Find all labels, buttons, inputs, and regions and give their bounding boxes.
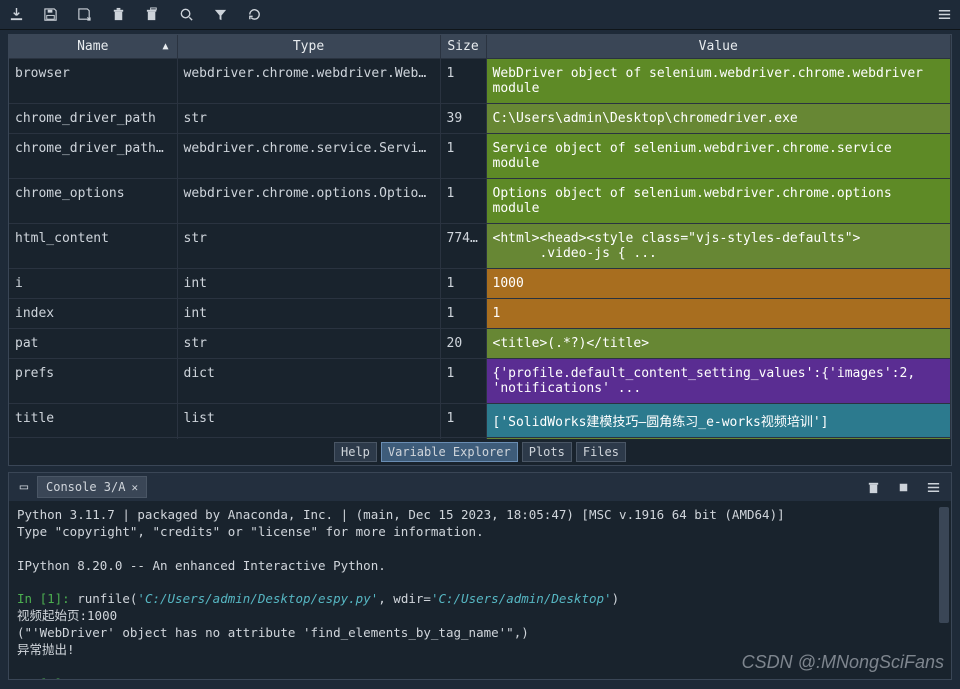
col-header-type[interactable]: Type [177, 35, 440, 59]
console-scrollbar[interactable] [939, 507, 949, 673]
var-type: str [177, 224, 440, 269]
table-row[interactable]: indexint11 [9, 299, 951, 329]
var-type: int [177, 299, 440, 329]
table-row[interactable]: patstr20<title>(.*?)</title> [9, 329, 951, 359]
var-value[interactable]: C:\Users\admin\Desktop\chromedriver.exe [486, 104, 951, 134]
interrupt-icon[interactable] [895, 479, 911, 495]
var-name: prefs [9, 359, 177, 404]
filter-icon[interactable] [212, 7, 228, 23]
close-icon[interactable]: ✕ [131, 481, 138, 494]
table-row[interactable]: chrome_driver_path_objwebdriver.chrome.s… [9, 134, 951, 179]
refresh-icon[interactable] [246, 7, 262, 23]
var-name: chrome_options [9, 179, 177, 224]
table-row[interactable]: titlelist1['SolidWorks建模技巧—圆角练习_e-works视… [9, 404, 951, 438]
var-size: 1 [440, 299, 486, 329]
table-row[interactable]: chrome_optionswebdriver.chrome.options.O… [9, 179, 951, 224]
table-row[interactable]: chrome_driver_pathstr39C:\Users\admin\De… [9, 104, 951, 134]
console-output[interactable]: Python 3.11.7 | packaged by Anaconda, In… [9, 501, 951, 679]
var-value[interactable]: {'profile.default_content_setting_values… [486, 359, 951, 404]
import-icon[interactable] [8, 7, 24, 23]
variable-explorer-pane: Name▲ Type Size Value browserwebdriver.c… [8, 34, 952, 466]
add-console-tab[interactable]: ▭ [13, 479, 35, 495]
var-size: 1 [440, 59, 486, 104]
var-type: str [177, 104, 440, 134]
tab-variable-explorer[interactable]: Variable Explorer [381, 442, 518, 462]
var-name: chrome_driver_path [9, 104, 177, 134]
tab-files[interactable]: Files [576, 442, 626, 462]
var-type: webdriver.chrome.service.Service [177, 134, 440, 179]
var-size: 39 [440, 104, 486, 134]
table-row[interactable]: prefsdict1{'profile.default_content_sett… [9, 359, 951, 404]
console-menu-icon[interactable] [925, 479, 941, 495]
var-type: int [177, 269, 440, 299]
col-header-value[interactable]: Value [486, 35, 951, 59]
col-header-name[interactable]: Name▲ [9, 35, 177, 59]
table-row[interactable]: iint11000 [9, 269, 951, 299]
table-row[interactable]: html_contentstr77430<html><head><style c… [9, 224, 951, 269]
var-size: 1 [440, 134, 486, 179]
var-size: 20 [440, 329, 486, 359]
delete-all-icon[interactable] [144, 7, 160, 23]
var-name: title [9, 404, 177, 438]
pane-tabs: Help Variable Explorer Plots Files [9, 439, 951, 465]
var-value[interactable]: 1 [486, 299, 951, 329]
var-name: index [9, 299, 177, 329]
var-name: chrome_driver_path_obj [9, 134, 177, 179]
hamburger-icon[interactable] [936, 7, 952, 23]
var-name: pat [9, 329, 177, 359]
var-type: webdriver.chrome.webdriver.WebDriver [177, 59, 440, 104]
var-value[interactable]: Service object of selenium.webdriver.chr… [486, 134, 951, 179]
delete-icon[interactable] [110, 7, 126, 23]
var-name: i [9, 269, 177, 299]
var-value[interactable]: 1000 [486, 269, 951, 299]
var-size: 1 [440, 404, 486, 438]
console-tab[interactable]: Console 3/A ✕ [37, 476, 147, 498]
col-header-size[interactable]: Size [440, 35, 486, 59]
var-size: 77430 [440, 224, 486, 269]
tab-plots[interactable]: Plots [522, 442, 572, 462]
var-type: list [177, 404, 440, 438]
var-type: str [177, 329, 440, 359]
sort-asc-icon: ▲ [162, 41, 168, 52]
var-value[interactable]: Options object of selenium.webdriver.chr… [486, 179, 951, 224]
var-size: 1 [440, 359, 486, 404]
var-value[interactable]: WebDriver object of selenium.webdriver.c… [486, 59, 951, 104]
save-as-icon[interactable] [76, 7, 92, 23]
console-tab-label: Console 3/A [46, 480, 125, 494]
var-type: webdriver.chrome.options.Options [177, 179, 440, 224]
console-pane: ▭ Console 3/A ✕ Python 3.11.7 | packaged… [8, 472, 952, 680]
clear-console-icon[interactable] [865, 479, 881, 495]
var-type: dict [177, 359, 440, 404]
var-name: html_content [9, 224, 177, 269]
search-icon[interactable] [178, 7, 194, 23]
var-value[interactable]: <html><head><style class="vjs-styles-def… [486, 224, 951, 269]
table-row[interactable]: browserwebdriver.chrome.webdriver.WebDri… [9, 59, 951, 104]
var-size: 1 [440, 179, 486, 224]
tab-help[interactable]: Help [334, 442, 377, 462]
var-value[interactable]: ['SolidWorks建模技巧—圆角练习_e-works视频培训'] [486, 404, 951, 438]
save-icon[interactable] [42, 7, 58, 23]
var-name: browser [9, 59, 177, 104]
top-toolbar [0, 0, 960, 30]
var-size: 1 [440, 269, 486, 299]
variables-table: Name▲ Type Size Value browserwebdriver.c… [9, 35, 951, 439]
var-value[interactable]: <title>(.*?)</title> [486, 329, 951, 359]
